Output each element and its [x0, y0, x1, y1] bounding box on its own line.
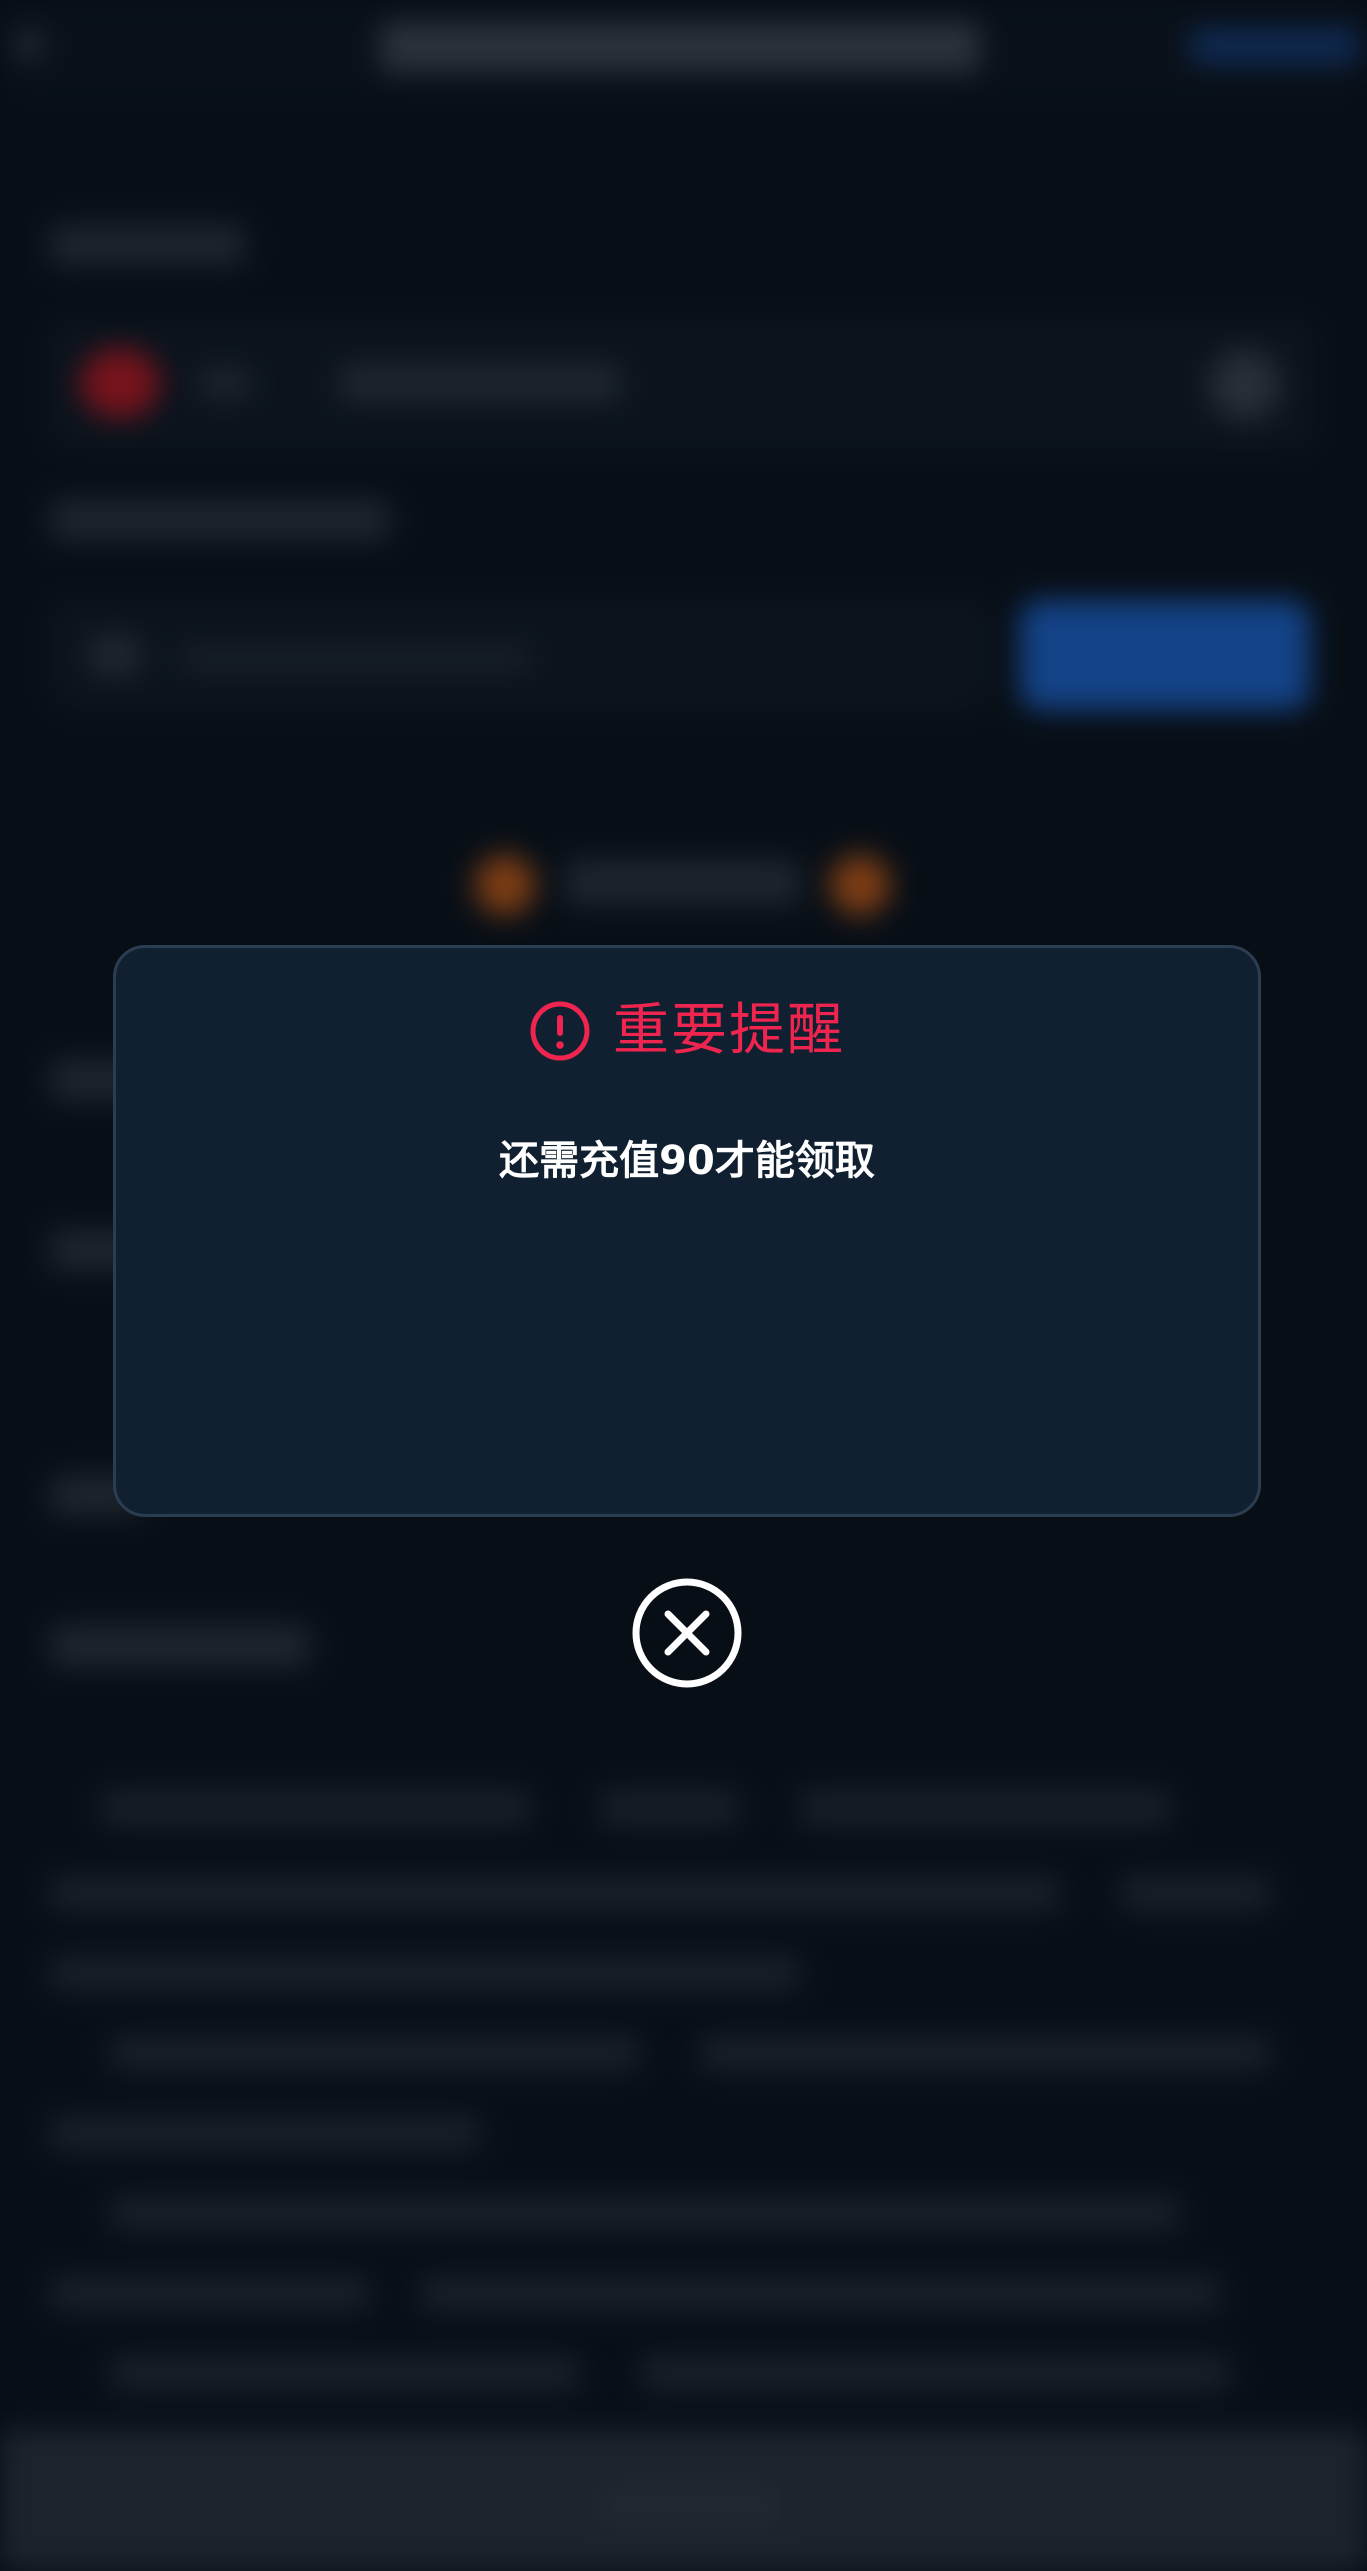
dialog-header: 重要提醒 — [116, 996, 1258, 1066]
dialog-title: 重要提醒 — [613, 998, 845, 1063]
alert-dialog: 重要提醒 还需充值90才能领取 — [113, 945, 1261, 1517]
dialog-message: 还需充值90才能领取 — [499, 1138, 875, 1184]
alert-circle-icon — [530, 1001, 590, 1061]
close-circle-icon — [632, 1578, 742, 1688]
close-button[interactable] — [632, 1578, 742, 1688]
